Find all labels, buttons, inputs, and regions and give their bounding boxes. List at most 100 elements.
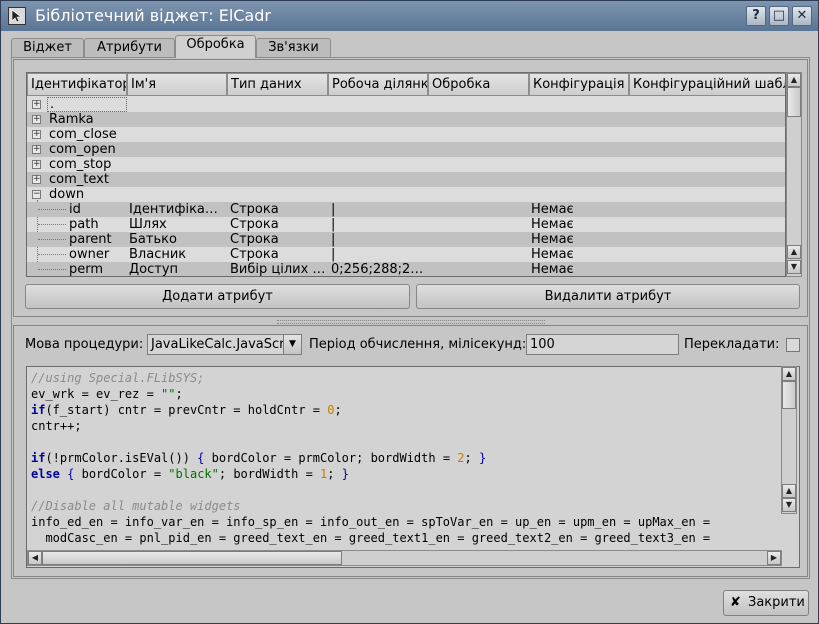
scrollbar-thumb[interactable] <box>787 87 801 117</box>
tree-row-id: owner <box>69 247 110 262</box>
code-line: if(!prmColor.isEVal()) { bordColor = prm… <box>31 451 487 465</box>
editor-horizontal-scrollbar[interactable]: ◀ ▶ <box>27 550 782 566</box>
delete-attribute-button[interactable]: Видалити атрибут <box>416 284 800 309</box>
arrow-up-icon[interactable]: ▲ <box>782 484 796 498</box>
period-label: Період обчислення, мілісекунд: <box>309 337 527 352</box>
arrow-up-icon[interactable]: ▲ <box>787 73 801 87</box>
column-header-type[interactable]: Тип даних <box>227 73 328 96</box>
code-line: cntr++; <box>31 419 82 433</box>
tree-row[interactable]: − down <box>27 187 785 202</box>
procedure-section: Мова процедури: JavaLikeCalc.JavaScript … <box>13 325 808 577</box>
arrow-right-icon[interactable]: ▶ <box>767 551 781 565</box>
tree-row-id: com_close <box>49 127 117 142</box>
column-header-processing[interactable]: Обробка <box>428 73 529 96</box>
tree-row-name: Ідентифіка… <box>129 202 218 217</box>
minus-box-icon[interactable]: − <box>32 190 41 199</box>
plus-box-icon[interactable]: + <box>32 160 41 169</box>
scrollbar-thumb[interactable] <box>782 381 796 409</box>
attributes-tree[interactable]: Ідентифікатор Ім'я Тип даних Робоча діля… <box>26 72 786 277</box>
procedure-language-select[interactable]: JavaLikeCalc.JavaScript ▼ <box>147 334 302 355</box>
tree-row[interactable]: parent Батько Строка | Немає <box>27 232 785 247</box>
tab-processing[interactable]: Обробка <box>175 35 256 58</box>
maximize-button[interactable]: □ <box>769 6 789 26</box>
tree-vertical-scrollbar[interactable]: ▲ ▲ ▼ <box>786 72 802 277</box>
tab-widget[interactable]: Віджет <box>11 38 84 58</box>
tree-row[interactable]: + . <box>27 97 785 112</box>
tree-row[interactable]: perm Доступ Вибір цілих … 0;256;288;2… Н… <box>27 262 785 277</box>
column-header-config[interactable]: Конфігурація <box>529 73 629 96</box>
arrow-down-icon[interactable]: ▼ <box>782 498 796 512</box>
tree-row-config: Немає <box>531 202 574 217</box>
widget-icon <box>8 7 26 25</box>
tree-row[interactable]: + Ramka <box>27 112 785 127</box>
tree-row-id: com_stop <box>49 157 112 172</box>
plus-box-icon[interactable]: + <box>32 115 41 124</box>
tree-row-type: Строка <box>230 217 279 232</box>
tree-row-name: Шлях <box>129 217 167 232</box>
tree-row-id: com_open <box>49 142 116 157</box>
tree-row[interactable]: + com_stop <box>27 157 785 172</box>
tree-row[interactable]: + com_text <box>27 172 785 187</box>
column-header-id[interactable]: Ідентифікатор <box>27 73 127 96</box>
tree-branch-connector <box>38 224 66 225</box>
tree-branch-connector <box>38 269 66 270</box>
translate-label: Перекладати: <box>684 337 780 352</box>
tree-row-work: | <box>331 202 336 217</box>
plus-box-icon[interactable]: + <box>32 175 41 184</box>
plus-box-icon[interactable]: + <box>32 145 41 154</box>
tree-branch-connector <box>38 239 66 240</box>
tree-row-id: id <box>69 202 81 217</box>
plus-box-icon[interactable]: + <box>32 130 41 139</box>
arrow-up-icon[interactable]: ▲ <box>782 367 796 381</box>
column-header-config-template[interactable]: Конфігураційний шаблон <box>629 73 785 96</box>
close-window-button[interactable]: ✕ <box>792 6 812 26</box>
column-header-work[interactable]: Робоча ділянка <box>328 73 428 96</box>
tree-row-type: Строка <box>230 247 279 262</box>
procedure-language-value: JavaLikeCalc.JavaScript <box>151 337 302 352</box>
tree-header: Ідентифікатор Ім'я Тип даних Робоча діля… <box>27 73 785 96</box>
tree-row-work: | <box>331 232 336 247</box>
tree-row-id: com_text <box>49 172 109 187</box>
tree-branch-connector <box>38 254 66 255</box>
code-line: else { bordColor = "black"; bordWidth = … <box>31 467 349 481</box>
tree-row[interactable]: + com_close <box>27 127 785 142</box>
tab-attributes[interactable]: Атрибути <box>84 38 175 58</box>
tab-links[interactable]: Зв'язки <box>256 38 331 58</box>
processing-tab-panel: Ідентифікатор Ім'я Тип даних Робоча діля… <box>11 57 810 579</box>
add-attribute-button[interactable]: Додати атрибут <box>25 284 410 309</box>
tree-row-work: | <box>331 247 336 262</box>
tree-row-name: Власник <box>129 247 187 262</box>
tree-row[interactable]: path Шлях Строка | Немає <box>27 217 785 232</box>
attributes-section: Ідентифікатор Ім'я Тип даних Робоча діля… <box>13 59 808 317</box>
close-x-icon: ✘ <box>730 595 741 610</box>
window-title: Бібліотечний віджет: ElCadr <box>35 6 271 25</box>
tree-row-config: Немає <box>531 232 574 247</box>
help-button[interactable]: ? <box>746 6 766 26</box>
library-widget-dialog: Бібліотечний віджет: ElCadr ? □ ✕ Віджет… <box>0 0 819 624</box>
code-line: if(f_start) cntr = prevCntr = holdCntr =… <box>31 403 342 417</box>
scrollbar-thumb[interactable] <box>42 551 342 565</box>
procedure-code-editor[interactable]: //using Special.FLibSYS; ev_wrk = ev_rez … <box>26 366 800 568</box>
plus-box-icon[interactable]: + <box>32 100 41 109</box>
tree-row-id: perm <box>69 262 104 277</box>
column-header-name[interactable]: Ім'я <box>127 73 227 96</box>
title-bar[interactable]: Бібліотечний віджет: ElCadr ? □ ✕ <box>1 1 818 31</box>
tree-row[interactable]: id Ідентифіка… Строка | Немає <box>27 202 785 217</box>
arrow-left-icon[interactable]: ◀ <box>28 551 42 565</box>
tree-row-config: Немає <box>531 217 574 232</box>
code-line: //using Special.FLibSYS; <box>31 371 205 385</box>
translate-checkbox[interactable] <box>786 338 800 352</box>
editor-vertical-scrollbar[interactable]: ▲ ▲ ▼ <box>781 366 797 514</box>
tree-row-id: path <box>69 217 99 232</box>
code-line: modCasc_en = pnl_pid_en = greed_text_en … <box>31 531 711 545</box>
tree-row[interactable]: owner Власник Строка | Немає <box>27 247 785 262</box>
splitter-handle[interactable] <box>277 320 545 324</box>
tree-row-id: down <box>49 187 85 202</box>
tree-row-type: Строка <box>230 202 279 217</box>
chevron-down-icon[interactable]: ▼ <box>283 335 301 354</box>
period-input[interactable]: 100 <box>526 334 679 355</box>
tree-row[interactable]: + com_open <box>27 142 785 157</box>
arrow-up-icon[interactable]: ▲ <box>787 245 801 259</box>
close-button[interactable]: ✘ Закрити <box>723 590 809 616</box>
arrow-down-icon[interactable]: ▼ <box>787 260 801 274</box>
